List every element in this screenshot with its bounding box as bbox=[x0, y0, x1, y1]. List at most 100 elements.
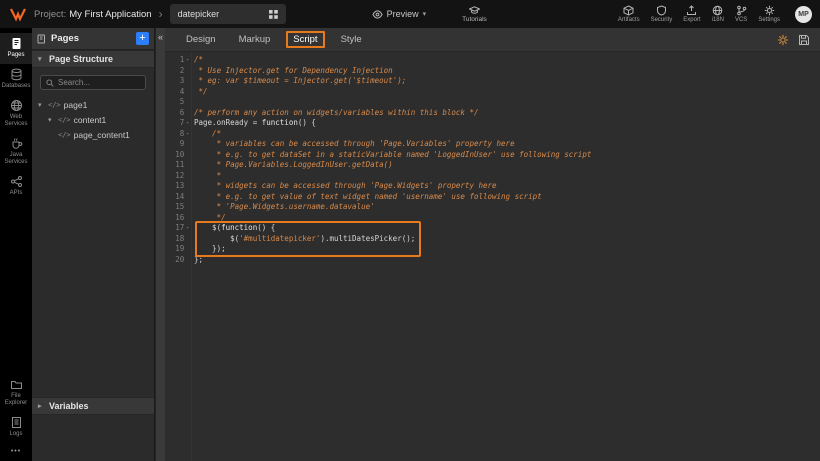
apis-icon bbox=[10, 175, 23, 188]
panel-collapse-strip[interactable]: « bbox=[155, 28, 165, 461]
preview-label: Preview bbox=[387, 9, 419, 19]
pages-panel: Pages + ▾ Page Structure ▾ </> page1 bbox=[32, 28, 155, 461]
sidebar-item-databases[interactable]: Databases bbox=[0, 64, 32, 95]
page-structure-header[interactable]: ▾ Page Structure bbox=[32, 50, 154, 68]
user-avatar[interactable]: MP bbox=[795, 6, 812, 23]
tab-markup[interactable]: Markup bbox=[232, 32, 278, 47]
vcs-branch-icon bbox=[736, 5, 747, 16]
code-line-4[interactable]: */ bbox=[194, 87, 820, 98]
collapse-panel-icon[interactable]: « bbox=[158, 28, 163, 46]
editor-settings-gear-icon[interactable] bbox=[777, 34, 789, 46]
tutorials-label: Tutorials bbox=[462, 16, 487, 23]
code-line-1[interactable]: /* bbox=[194, 55, 820, 66]
sidebar-item-java-services[interactable]: Java Services bbox=[0, 133, 32, 171]
page-structure-title: Page Structure bbox=[49, 54, 113, 64]
chevron-right-icon: ▸ bbox=[38, 402, 45, 410]
page-structure-tree: ▾ </> page1 ▾ </> content1 </> page_cont… bbox=[32, 95, 154, 144]
tutorials-cap-icon bbox=[469, 6, 480, 15]
wavemaker-logo[interactable] bbox=[8, 4, 28, 24]
code-line-9[interactable]: * variables can be accessed through 'Pag… bbox=[194, 139, 820, 150]
code-line-19[interactable]: }); bbox=[194, 244, 820, 255]
topbar: Project: My First Application › datepick… bbox=[0, 0, 820, 28]
java-services-cup-icon bbox=[10, 137, 23, 150]
rail-label: Java Services bbox=[1, 152, 31, 166]
tree-item-page1[interactable]: ▾ </> page1 bbox=[32, 97, 154, 112]
sidebar-item-logs[interactable]: Logs bbox=[0, 412, 32, 443]
code-line-8[interactable]: /* bbox=[194, 129, 820, 140]
topbar-actions: Artifacts Security Export i18N VCS Setti… bbox=[618, 5, 812, 23]
pages-grid-icon[interactable] bbox=[269, 10, 278, 19]
security-button[interactable]: Security bbox=[651, 5, 673, 23]
sidebar-item-apis[interactable]: APIs bbox=[0, 171, 32, 202]
sidebar-item-pages[interactable]: Pages bbox=[0, 33, 32, 64]
variables-header[interactable]: ▸ Variables bbox=[32, 397, 154, 415]
tab-design[interactable]: Design bbox=[179, 32, 223, 47]
editor-tabbar: Design Markup Script Style bbox=[165, 28, 820, 52]
vcs-button[interactable]: VCS bbox=[735, 5, 747, 23]
pages-icon bbox=[10, 37, 23, 50]
i18n-label: i18N bbox=[712, 17, 724, 23]
search-wrap bbox=[32, 68, 154, 95]
pages-panel-header: Pages + bbox=[32, 28, 154, 50]
tree-item-label: page_content1 bbox=[74, 130, 130, 140]
artifacts-button[interactable]: Artifacts bbox=[618, 5, 640, 23]
code-line-13[interactable]: * widgets can be accessed through 'Page.… bbox=[194, 181, 820, 192]
code-line-17[interactable]: $(function() { bbox=[194, 223, 820, 234]
tree-item-label: page1 bbox=[64, 100, 88, 110]
tree-item-page-content1[interactable]: </> page_content1 bbox=[32, 127, 154, 142]
editor-area: Design Markup Script Style 1-234567-8-91… bbox=[165, 28, 820, 461]
sidebar-item-web-services[interactable]: Web Services bbox=[0, 95, 32, 133]
left-rail: Pages Databases Web Services Java Servic… bbox=[0, 28, 32, 461]
file-explorer-folder-icon bbox=[10, 378, 23, 391]
code-line-12[interactable]: * bbox=[194, 171, 820, 182]
sidebar-item-file-explorer[interactable]: File Explorer bbox=[0, 374, 32, 412]
code-line-11[interactable]: * Page.Variables.LoggedInUser.getData() bbox=[194, 160, 820, 171]
code-line-14[interactable]: * e.g. to get value of text widget named… bbox=[194, 192, 820, 203]
tab-script[interactable]: Script bbox=[286, 31, 324, 48]
code-line-16[interactable]: */ bbox=[194, 213, 820, 224]
page-tab-datepicker[interactable]: datepicker bbox=[170, 4, 286, 24]
chevron-down-icon[interactable]: ▾ bbox=[38, 101, 45, 109]
i18n-button[interactable]: i18N bbox=[712, 5, 724, 23]
project-name: My First Application bbox=[69, 9, 151, 20]
chevron-down-icon: ▾ bbox=[423, 10, 427, 18]
search-input[interactable] bbox=[58, 78, 140, 87]
search-box[interactable] bbox=[40, 75, 146, 90]
tree-item-content1[interactable]: ▾ </> content1 bbox=[32, 112, 154, 127]
tab-style[interactable]: Style bbox=[334, 32, 369, 47]
code-line-6[interactable]: /* perform any action on widgets/variabl… bbox=[194, 108, 820, 119]
code-line-5[interactable] bbox=[194, 97, 820, 108]
code-line-10[interactable]: * e.g. to get dataSet in a staticVariabl… bbox=[194, 150, 820, 161]
code-line-3[interactable]: * eg: var $timeout = Injector.get('$time… bbox=[194, 76, 820, 87]
panel-title: Pages bbox=[51, 33, 132, 44]
tutorials-button[interactable]: Tutorials bbox=[462, 6, 487, 23]
script-editor[interactable]: 1-234567-8-91011121314151617-181920 /* *… bbox=[165, 52, 820, 461]
more-options-button[interactable]: ••• bbox=[11, 443, 21, 461]
code-line-15[interactable]: * 'Page.Widgets.username.datavalue' bbox=[194, 202, 820, 213]
code-line-2[interactable]: * Use Injector.get for Dependency Inject… bbox=[194, 66, 820, 77]
settings-button[interactable]: Settings bbox=[758, 5, 780, 23]
tabbar-actions bbox=[777, 34, 810, 46]
rail-label: Databases bbox=[2, 83, 31, 90]
code-widget-icon: </> bbox=[48, 101, 61, 109]
export-button[interactable]: Export bbox=[683, 5, 700, 23]
code-lines[interactable]: /* * Use Injector.get for Dependency Inj… bbox=[194, 55, 820, 265]
add-page-button[interactable]: + bbox=[136, 32, 149, 45]
rail-label: Web Services bbox=[1, 114, 31, 128]
save-icon[interactable] bbox=[798, 34, 810, 46]
code-line-7[interactable]: Page.onReady = function() { bbox=[194, 118, 820, 129]
code-line-18[interactable]: $('#multidatepicker').multiDatesPicker()… bbox=[194, 234, 820, 245]
code-line-20[interactable]: }; bbox=[194, 255, 820, 266]
export-label: Export bbox=[683, 17, 700, 23]
rail-label: APIs bbox=[10, 190, 23, 197]
web-services-globe-icon bbox=[10, 99, 23, 112]
line-number-gutter: 1-234567-8-91011121314151617-181920 bbox=[165, 52, 192, 461]
logs-icon bbox=[10, 416, 23, 429]
artifacts-label: Artifacts bbox=[618, 17, 640, 23]
databases-icon bbox=[10, 68, 23, 81]
chevron-down-icon[interactable]: ▾ bbox=[48, 116, 55, 124]
rail-label: Logs bbox=[9, 431, 22, 438]
preview-button[interactable]: Preview ▾ bbox=[372, 9, 427, 20]
variables-title: Variables bbox=[49, 401, 89, 411]
breadcrumb-chevron-icon: › bbox=[159, 7, 163, 21]
